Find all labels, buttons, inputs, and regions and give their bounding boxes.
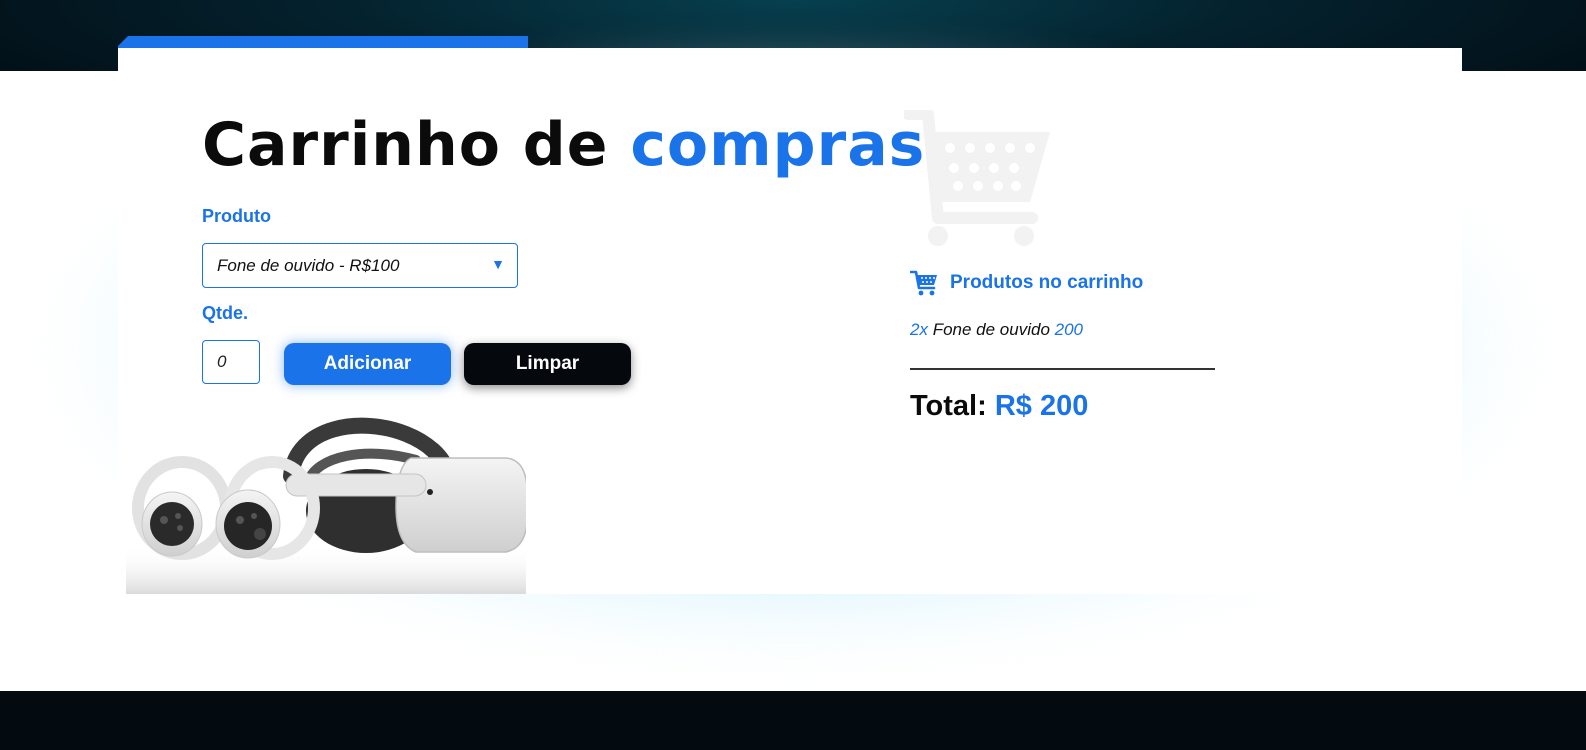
cart-item-name: Fone de ouvido [932,320,1050,339]
product-select-value: Fone de ouvido - R$100 [217,255,400,275]
add-button[interactable]: Adicionar [284,343,451,385]
total-label: Total: [910,390,987,422]
cart-heading-text: Produtos no carrinho [950,272,1144,293]
footer-band [0,691,1586,750]
product-label: Produto [202,206,271,226]
vr-headset-image [126,417,526,594]
title-accent: compras [630,110,926,180]
dropdown-triangle-icon: ▼ [491,256,505,272]
cart-item-price: 200 [1054,320,1084,339]
qty-label: Qtde. [202,303,249,323]
cart-card: Carrinho de compras Produto Fone de ouvi… [118,48,1462,594]
title-main: Carrinho de [202,110,609,180]
qty-input[interactable] [202,340,260,384]
cart-total: Total: R$ 200 [910,390,1088,423]
cart-item: 2x Fone de ouvido 200 [910,320,1083,340]
cart-divider [910,368,1215,370]
total-value: R$ 200 [994,390,1089,422]
cart-heading: Produtos no carrinho [910,270,1143,296]
product-select[interactable]: Fone de ouvido - R$100 ▼ [202,243,518,288]
cart-item-qty: 2x [910,320,928,339]
page-title: Carrinho de compras [202,110,925,180]
shopping-cart-watermark-icon [904,110,1050,246]
clear-button[interactable]: Limpar [464,343,631,385]
shopping-cart-icon [910,270,937,296]
